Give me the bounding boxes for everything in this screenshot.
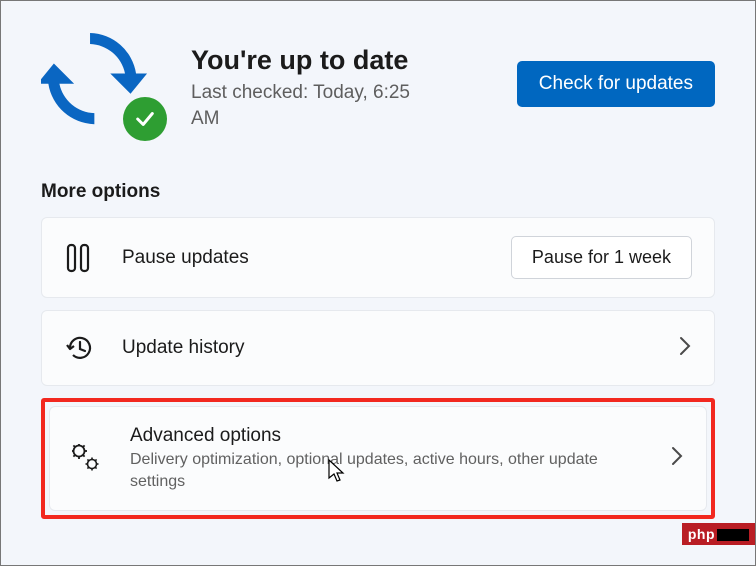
advanced-options-highlight: Advanced options Delivery optimization, … bbox=[41, 398, 715, 519]
gears-icon bbox=[72, 444, 102, 474]
update-history-row[interactable]: Update history bbox=[41, 310, 715, 386]
advanced-options-row[interactable]: Advanced options Delivery optimization, … bbox=[49, 406, 707, 511]
more-options-heading: More options bbox=[41, 181, 715, 203]
pause-updates-row[interactable]: Pause updates Pause for 1 week bbox=[41, 217, 715, 298]
sync-icon bbox=[41, 29, 161, 139]
update-status-header: You're up to date Last checked: Today, 6… bbox=[41, 29, 715, 139]
status-subtitle: Last checked: Today, 6:25 AM bbox=[191, 80, 431, 131]
history-title: Update history bbox=[122, 337, 650, 359]
pause-title: Pause updates bbox=[122, 247, 483, 269]
status-title: You're up to date bbox=[191, 45, 487, 76]
advanced-subtitle: Delivery optimization, optional updates,… bbox=[130, 449, 642, 492]
check-for-updates-button[interactable]: Check for updates bbox=[517, 61, 715, 107]
advanced-title: Advanced options bbox=[130, 425, 642, 447]
watermark: php bbox=[682, 523, 755, 545]
chevron-right-icon bbox=[678, 335, 692, 362]
history-icon bbox=[64, 333, 94, 363]
pause-icon bbox=[64, 243, 94, 273]
chevron-right-icon bbox=[670, 445, 684, 472]
check-badge-icon bbox=[123, 97, 167, 141]
pause-for-1-week-button[interactable]: Pause for 1 week bbox=[511, 236, 692, 279]
